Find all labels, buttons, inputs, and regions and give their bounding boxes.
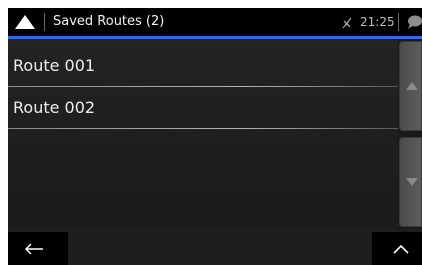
- header-bar: Saved Routes (2) 21:25: [8, 8, 422, 36]
- route-label: Route 001: [13, 56, 96, 75]
- gps-off-icon: [341, 15, 353, 29]
- list-separator: [8, 128, 398, 129]
- list-separator: [8, 86, 398, 87]
- arrow-left-icon: [25, 243, 43, 255]
- scroll-up-button[interactable]: [399, 41, 422, 131]
- expand-menu-button[interactable]: [372, 232, 422, 265]
- header-divider-right: [398, 13, 399, 31]
- chat-bubble-icon[interactable]: [406, 14, 422, 30]
- scroll-down-button[interactable]: [399, 137, 422, 227]
- app-screen: Saved Routes (2) 21:25 Route 001 Route 0…: [8, 8, 422, 265]
- bottom-bar: [8, 229, 422, 265]
- back-button[interactable]: [8, 232, 68, 265]
- route-label: Route 002: [13, 98, 96, 117]
- list-item-route[interactable]: Route 001: [8, 47, 398, 87]
- header-divider: [44, 13, 45, 31]
- triangle-up-icon: [406, 82, 418, 90]
- triangle-down-icon: [406, 178, 418, 186]
- page-title: Saved Routes (2): [53, 14, 165, 29]
- chevron-up-icon: [393, 244, 409, 254]
- clock-time: 21:25: [360, 15, 395, 29]
- saved-routes-list: Route 001 Route 002: [8, 39, 398, 229]
- navigation-arrow-icon[interactable]: [14, 14, 36, 30]
- list-item-route[interactable]: Route 002: [8, 89, 398, 129]
- scroll-column: [398, 39, 422, 229]
